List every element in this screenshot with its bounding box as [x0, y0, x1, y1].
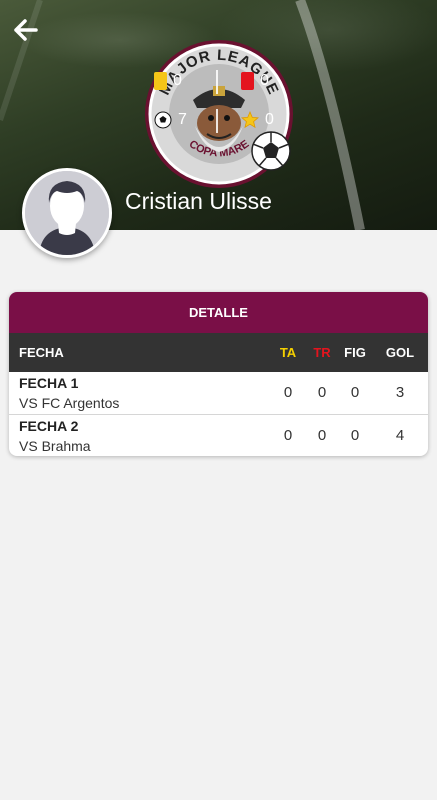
avatar-silhouette — [25, 171, 109, 255]
table-row[interactable]: FECHA 1 VS FC Argentos 0 0 0 3 — [9, 372, 428, 414]
match-date: FECHA 2 — [19, 418, 79, 434]
match-date: FECHA 1 — [19, 375, 79, 391]
match-list: FECHA 1 VS FC Argentos 0 0 0 3 FECHA 2 V… — [9, 372, 428, 456]
goals-count: 7 — [178, 111, 187, 128]
match-opponent: VS Brahma — [19, 438, 91, 454]
column-header-fecha: FECHA — [19, 345, 64, 360]
yellow-card-icon — [154, 72, 167, 90]
stat-divider — [216, 109, 218, 133]
mvp-stat: 0 — [241, 111, 274, 129]
table-header: FECHA TA TR FIG GOL — [9, 333, 428, 372]
yellow-cards-stat: 0 — [154, 72, 182, 90]
avatar — [22, 168, 112, 258]
player-name: Cristian Ulisse — [125, 188, 272, 214]
detail-title: DETALLE — [9, 292, 428, 333]
cell-fig: 0 — [350, 427, 360, 444]
mvp-count: 0 — [265, 111, 274, 128]
cell-gol: 4 — [395, 427, 405, 444]
cell-tr: 0 — [317, 427, 327, 444]
column-header-ta: TA — [279, 345, 297, 360]
cell-gol: 3 — [395, 384, 405, 401]
table-row[interactable]: FECHA 2 VS Brahma 0 0 0 4 — [9, 414, 428, 456]
column-header-fig: FIG — [344, 345, 366, 360]
cell-ta: 0 — [283, 384, 293, 401]
star-icon — [241, 111, 259, 129]
red-cards-stat: 0 — [241, 72, 269, 90]
match-opponent: VS FC Argentos — [19, 395, 120, 411]
cell-ta: 0 — [283, 427, 293, 444]
yellow-cards-count: 0 — [173, 72, 182, 89]
goals-stat: 7 — [154, 111, 187, 129]
red-cards-count: 0 — [260, 72, 269, 89]
cell-tr: 0 — [317, 384, 327, 401]
red-card-icon — [241, 72, 254, 90]
column-header-tr: TR — [313, 345, 331, 360]
back-button[interactable] — [12, 16, 40, 44]
cell-fig: 0 — [350, 384, 360, 401]
soccer-ball-icon — [154, 111, 172, 129]
back-arrow-icon — [14, 19, 38, 41]
column-header-gol: GOL — [385, 345, 415, 360]
detail-card: DETALLE FECHA TA TR FIG GOL FECHA 1 VS F… — [9, 292, 428, 456]
stat-divider — [216, 70, 218, 94]
